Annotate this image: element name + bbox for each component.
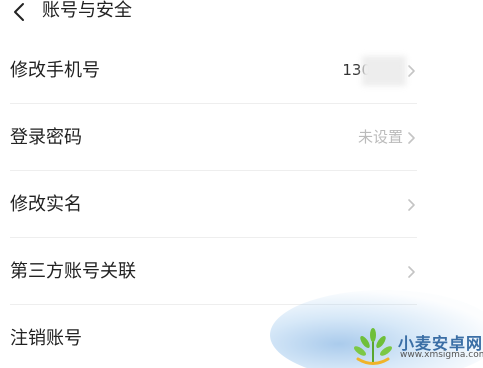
- page-title: 账号与安全: [42, 0, 132, 21]
- chevron-left-icon: [14, 3, 24, 21]
- chevron-right-icon: [408, 199, 415, 211]
- back-button[interactable]: [8, 0, 30, 24]
- redaction-blur: [362, 56, 406, 86]
- wheat-logo-icon: [354, 328, 392, 365]
- account-security-page: 账号与安全 修改手机号 130**** 登录密码 未设置 修改实名: [0, 0, 483, 368]
- top-bar: 账号与安全: [0, 0, 483, 26]
- chevron-right-icon: [408, 266, 415, 278]
- chevron-right-icon: [408, 132, 415, 144]
- settings-row-label: 注销账号: [10, 328, 82, 349]
- password-status-value: 未设置: [357, 128, 403, 146]
- site-watermark: 小麦安卓网 www.xmsigma.com: [352, 324, 483, 368]
- settings-row-change-phone[interactable]: 修改手机号 130****: [0, 37, 483, 104]
- settings-row-real-name[interactable]: 修改实名: [0, 171, 483, 238]
- settings-row-label: 修改手机号: [10, 60, 100, 81]
- settings-row-label: 修改实名: [10, 194, 82, 215]
- settings-row-login-password[interactable]: 登录密码 未设置: [0, 104, 483, 171]
- settings-row-label: 登录密码: [10, 127, 82, 148]
- watermark-url: www.xmsigma.com: [400, 350, 483, 360]
- settings-row-label: 第三方账号关联: [10, 261, 136, 282]
- chevron-right-icon: [408, 65, 415, 77]
